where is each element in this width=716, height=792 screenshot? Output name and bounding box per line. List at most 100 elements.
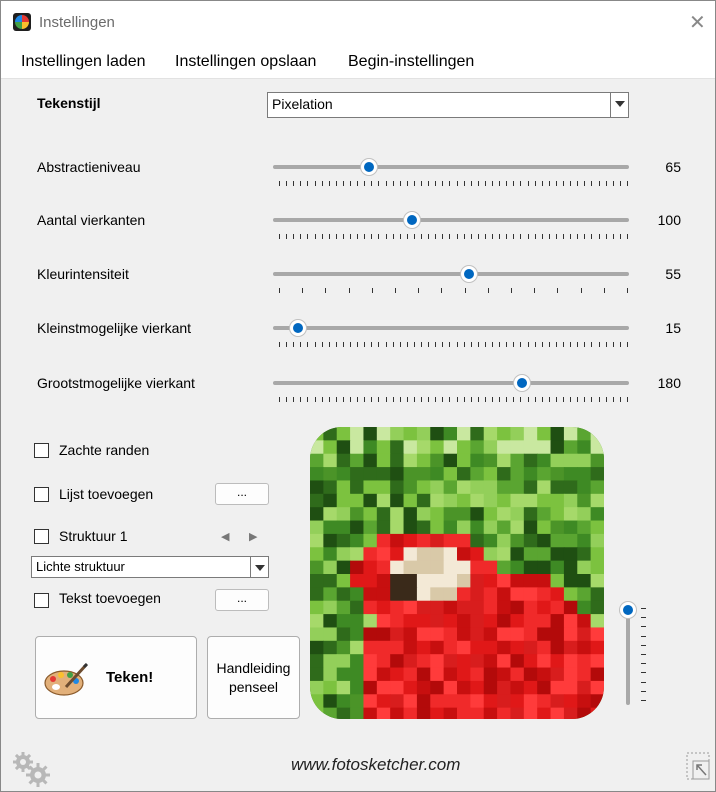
slider-tick xyxy=(477,342,479,347)
preview-pixel xyxy=(497,654,512,669)
drawing-style-select[interactable]: Pixelation xyxy=(267,92,629,118)
add-text-checkbox[interactable] xyxy=(34,593,49,608)
soft-edges-checkbox[interactable] xyxy=(34,443,49,458)
resize-corner-icon[interactable] xyxy=(685,751,711,781)
preview-pixel xyxy=(457,667,471,682)
preview-pixel xyxy=(550,654,565,669)
preview-pixel xyxy=(443,614,458,629)
slider-tick xyxy=(591,342,593,347)
preview-pixel xyxy=(430,440,445,455)
preview-pixel xyxy=(483,640,498,655)
website-link[interactable]: www.fotosketcher.com xyxy=(291,755,460,775)
slider-max-square[interactable] xyxy=(273,375,629,391)
preview-pixel xyxy=(577,574,592,588)
preview-pixel xyxy=(590,654,604,669)
preview-pixel xyxy=(483,587,498,602)
preview-pixel xyxy=(537,493,552,508)
preview-pixel xyxy=(336,574,351,588)
text-options-button[interactable]: ... xyxy=(215,589,269,611)
preview-zoom-slider[interactable] xyxy=(626,607,630,705)
slider-color-intensity[interactable] xyxy=(273,266,629,282)
preview-pixel xyxy=(550,493,565,508)
menu-default-settings[interactable]: Begin-instellingen xyxy=(348,53,474,71)
frame-options-button[interactable]: ... xyxy=(215,483,269,505)
preview-pixel xyxy=(497,440,512,455)
preview-pixel xyxy=(416,587,431,602)
preview-pixel xyxy=(510,520,525,535)
preview-pixel xyxy=(430,520,445,535)
preview-pixel xyxy=(510,467,525,482)
slider-thumb-min-square[interactable] xyxy=(289,320,306,336)
slider-tick xyxy=(378,397,380,402)
close-icon[interactable]: ✕ xyxy=(689,10,706,35)
brush-manual-button[interactable]: Handleiding penseel xyxy=(207,636,300,719)
menu-load-settings[interactable]: Instellingen laden xyxy=(21,53,146,71)
slider-min-square[interactable] xyxy=(273,320,629,336)
preview-pixel xyxy=(323,574,338,588)
preview-pixel xyxy=(563,574,578,588)
slider-tick xyxy=(612,342,614,347)
slider-tick xyxy=(520,181,522,186)
chevron-down-icon[interactable] xyxy=(250,557,268,577)
preview-pixel xyxy=(416,440,431,455)
preview-pixel xyxy=(403,453,418,468)
preview-pixel xyxy=(563,453,578,468)
slider-tick xyxy=(300,342,302,347)
draw-button[interactable]: Teken! xyxy=(35,636,197,719)
add-frame-checkbox[interactable] xyxy=(34,487,49,502)
preview-pixel xyxy=(390,680,405,695)
slider-tick xyxy=(577,342,579,347)
slider-tick xyxy=(350,181,352,186)
gears-icon[interactable] xyxy=(11,751,59,787)
slider-tick xyxy=(577,397,579,402)
slider-tick xyxy=(513,234,515,239)
preview-pixel xyxy=(363,440,378,455)
menu-save-settings[interactable]: Instellingen opslaan xyxy=(175,53,316,71)
preview-pixel xyxy=(323,520,338,535)
texture-select[interactable]: Lichte struktuur xyxy=(31,556,269,578)
preview-pixel xyxy=(470,560,485,575)
preview-pixel xyxy=(537,574,552,588)
preview-pixel xyxy=(590,520,604,535)
slider-thumb-square-count[interactable] xyxy=(403,212,420,228)
slider-tick xyxy=(328,181,330,186)
preview-pixel xyxy=(403,480,418,495)
preview-pixel xyxy=(376,533,391,548)
slider-tick xyxy=(598,234,600,239)
slider-tick xyxy=(598,181,600,186)
preview-pixel xyxy=(336,533,351,548)
slider-tick xyxy=(619,397,621,402)
preview-pixel xyxy=(323,547,338,562)
preview-pixel xyxy=(363,587,378,602)
chevron-down-icon[interactable] xyxy=(610,93,628,117)
slider-tick xyxy=(506,342,508,347)
next-texture-icon[interactable]: ▶ xyxy=(249,530,257,543)
slider-abstraction[interactable] xyxy=(273,159,629,175)
preview-pixel xyxy=(350,507,365,522)
preview-pixel xyxy=(510,480,525,495)
preview-pixel xyxy=(403,427,418,441)
preview-pixel xyxy=(510,533,525,548)
previous-texture-icon[interactable]: ◀ xyxy=(221,530,229,543)
preview-pixel xyxy=(416,533,431,548)
preview-pixel xyxy=(376,480,391,495)
preview-pixel xyxy=(430,694,445,709)
preview-zoom-thumb[interactable] xyxy=(620,602,636,618)
texture-checkbox[interactable] xyxy=(34,529,49,544)
preview-pixel xyxy=(430,493,445,508)
preview-pixel xyxy=(403,640,418,655)
slider-tick xyxy=(570,234,572,239)
menu-bar: Instellingen laden Instellingen opslaan … xyxy=(1,43,715,79)
slider-thumb-color-intensity[interactable] xyxy=(460,266,477,282)
slider-tick xyxy=(619,342,621,347)
slider-thumb-max-square[interactable] xyxy=(514,375,531,391)
slider-tick xyxy=(325,288,327,293)
slider-square-count[interactable] xyxy=(273,212,629,228)
slider-tick xyxy=(577,234,579,239)
preview-pixel xyxy=(483,547,498,562)
preview-pixel xyxy=(457,507,471,522)
preview-pixel xyxy=(577,667,592,682)
slider-thumb-abstraction[interactable] xyxy=(361,159,378,175)
preview-pixel xyxy=(577,533,592,548)
slider-tick xyxy=(449,342,451,347)
